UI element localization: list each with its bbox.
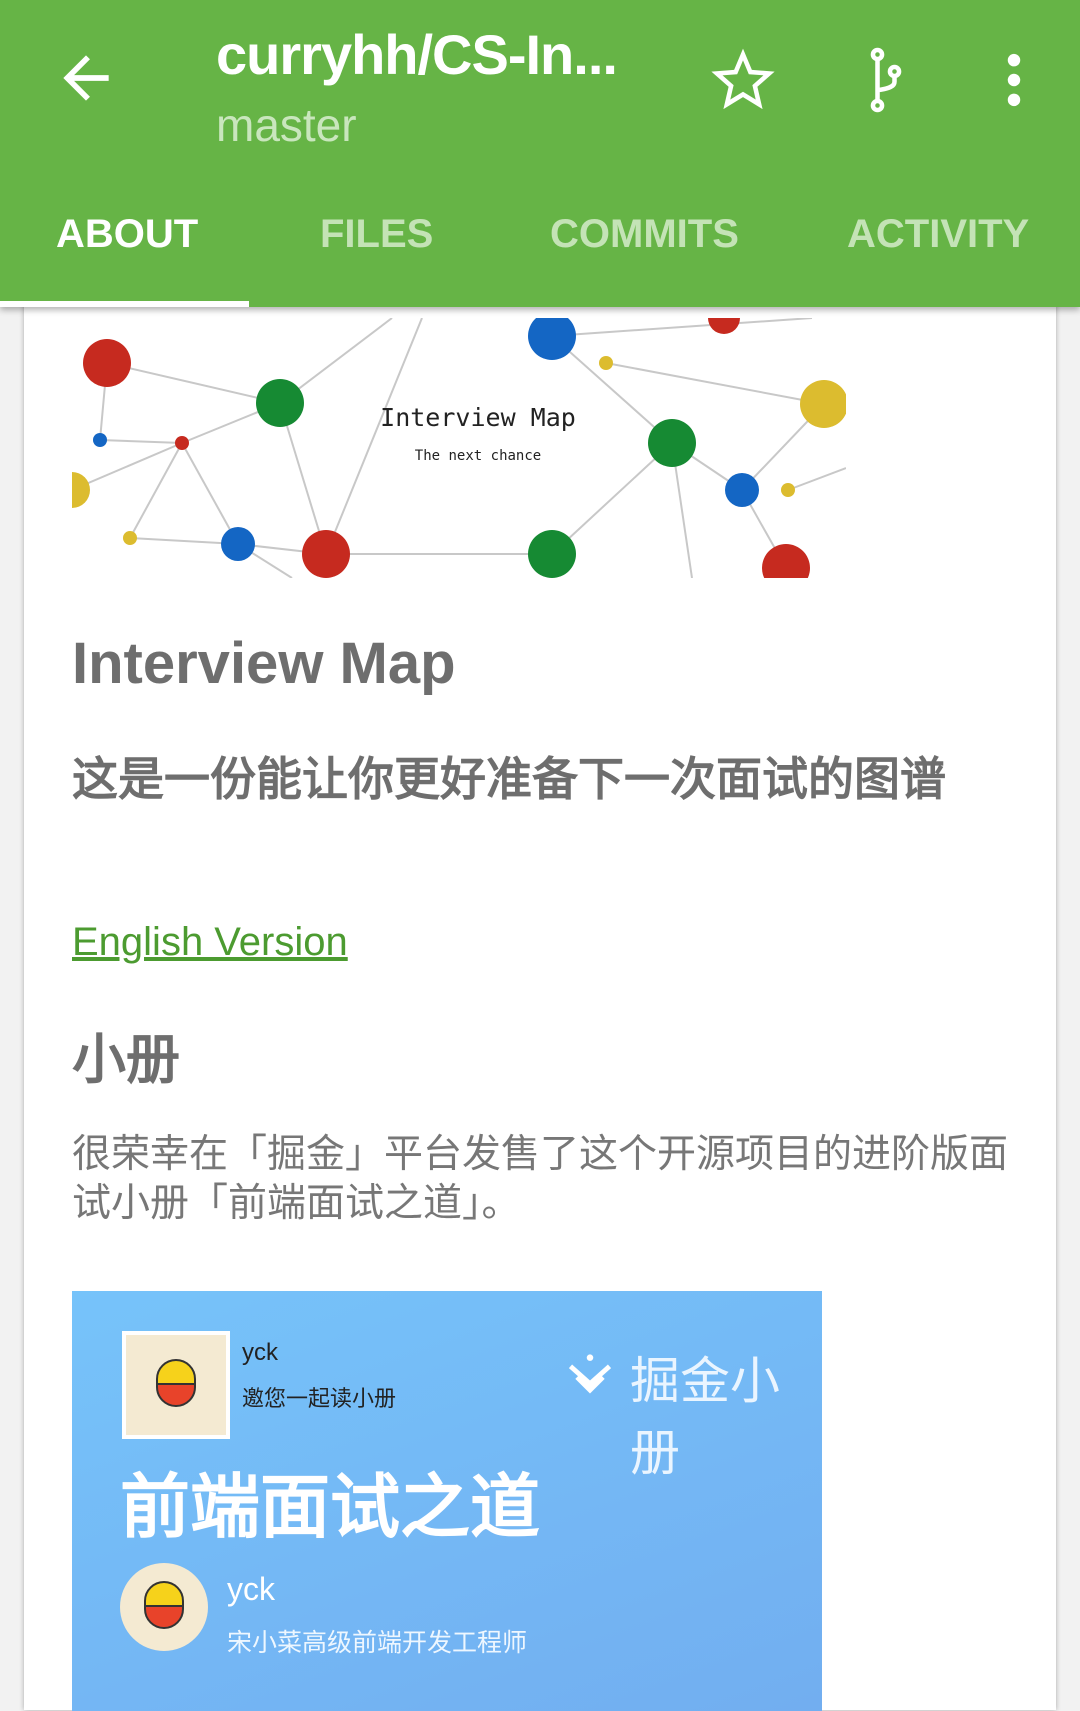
banner-title: Interview Map: [380, 403, 576, 432]
readme-card: Interview Map The next chance Interview …: [24, 290, 1056, 1711]
active-tab-indicator: [0, 301, 249, 307]
promo-author-title: 宋小菜高级前端开发工程师: [227, 1629, 528, 1657]
star-icon[interactable]: [709, 44, 777, 116]
tab-about[interactable]: ABOUT: [56, 212, 198, 257]
promo-user: yck: [242, 1339, 278, 1366]
promo-author: yck: [227, 1571, 275, 1607]
fork-icon[interactable]: [852, 44, 920, 116]
book-promo-image[interactable]: yck 邀您一起读小册 掘金小册 前端面试之道 yck 宋小菜高级前端开发工程师: [72, 1291, 822, 1711]
english-version-link[interactable]: English Version: [72, 920, 348, 965]
promo-brand: 掘金小册: [630, 1353, 780, 1481]
tab-bar: ABOUT FILES COMMITS ACTIVITY: [0, 200, 1080, 307]
tab-files[interactable]: FILES: [320, 212, 433, 257]
section-heading: 小册: [72, 1030, 180, 1090]
promo-invite: 邀您一起读小册: [242, 1386, 397, 1411]
juejin-logo-icon: [568, 1354, 612, 1394]
network-graph-image: Interview Map The next chance: [72, 318, 846, 578]
tab-activity[interactable]: ACTIVITY: [847, 212, 1029, 257]
readme-heading: Interview Map: [72, 631, 456, 696]
author-avatar: [120, 1563, 208, 1651]
avatar: [122, 1331, 230, 1439]
promo-book-title: 前端面试之道: [120, 1468, 540, 1546]
arrow-back-icon[interactable]: [52, 44, 120, 112]
tab-commits[interactable]: COMMITS: [550, 212, 739, 257]
readme-subheading: 这是一份能让你更好准备下一次面试的图谱: [72, 753, 946, 805]
app-bar: curryhh/CS-In... master ABOUT FILES COMM…: [0, 0, 1080, 307]
pikachu-icon: [156, 1359, 196, 1407]
branch-name[interactable]: master: [216, 98, 357, 152]
more-vert-icon[interactable]: [980, 44, 1048, 116]
interview-map-banner: Interview Map The next chance: [72, 318, 846, 578]
repo-title: curryhh/CS-In...: [216, 23, 618, 86]
section-paragraph: 很荣幸在「掘金」平台发售了这个开源项目的进阶版面试小册「前端面试之道」。: [72, 1133, 1009, 1225]
banner-subtitle: The next chance: [415, 448, 541, 464]
pikachu-icon: [144, 1581, 184, 1629]
